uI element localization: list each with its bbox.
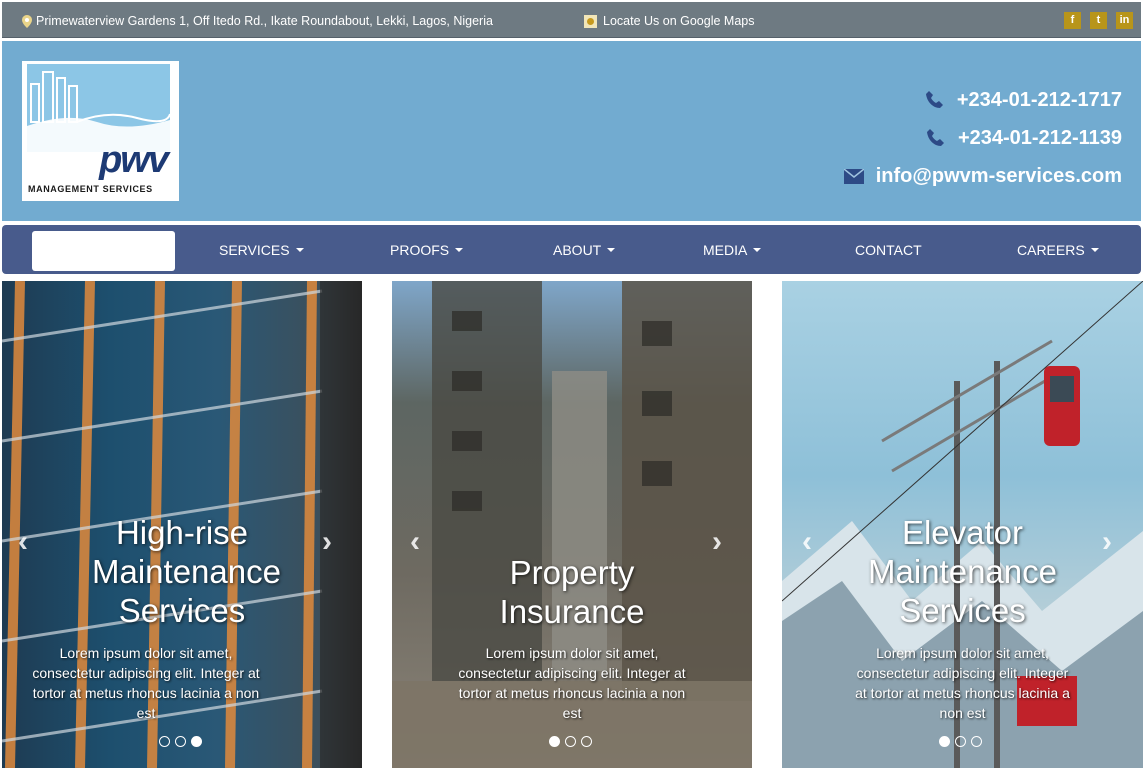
phone-2[interactable]: +234-01-212-1139 [844, 119, 1122, 157]
carousel-indicators [939, 736, 982, 747]
facebook-icon[interactable]: f [1064, 12, 1081, 29]
phone-1-text[interactable]: +234-01-212-1717 [957, 89, 1122, 112]
carousel-dot-active[interactable] [549, 736, 560, 747]
contact-info: +234-01-212-1717 +234-01-212-1139 info@p… [843, 81, 1122, 195]
company-logo[interactable]: pwv MANAGEMENT SERVICES [22, 61, 179, 201]
carousel-dot[interactable] [565, 736, 576, 747]
linkedin-icon[interactable]: in [1116, 12, 1133, 29]
address-text: Primewaterview Gardens 1, Off Itedo Rd.,… [36, 14, 493, 28]
nav-careers[interactable]: CAREERS [1017, 242, 1099, 258]
carousel-indicators [159, 736, 202, 747]
nav-about[interactable]: ABOUT [553, 242, 616, 258]
chevron-down-icon [607, 248, 616, 252]
location-pin-icon [22, 14, 32, 28]
carousel-dot[interactable] [971, 736, 982, 747]
carousel-dot[interactable] [581, 736, 592, 747]
social-links: f t in [1064, 12, 1133, 29]
main-nav: SERVICES PROOFS ABOUT MEDIA CONTACT CARE… [2, 225, 1141, 274]
phone-1[interactable]: +234-01-212-1717 [844, 81, 1122, 119]
header: pwv MANAGEMENT SERVICES +234-01-212-1717… [2, 41, 1141, 221]
logo-subtext: MANAGEMENT SERVICES [28, 184, 153, 194]
slide-property-insurance[interactable]: ‹ › Property Insurance Lorem ipsum dolor… [392, 281, 752, 768]
map-icon [584, 14, 597, 28]
slide-title: Property Insurance [499, 554, 645, 630]
envelope-icon [843, 168, 864, 184]
nav-contact[interactable]: CONTACT [855, 242, 922, 258]
carousel-indicators [549, 736, 592, 747]
slide-elevator[interactable]: ‹ › Elevator Maintenance Services Lorem … [782, 281, 1143, 768]
slide-high-rise[interactable]: ‹ › High-rise Maintenance Services Lorem… [2, 281, 362, 768]
carousel-dot[interactable] [175, 736, 186, 747]
nav-media[interactable]: MEDIA [703, 242, 762, 258]
phone-icon [925, 91, 943, 108]
carousel-dot-active[interactable] [191, 736, 202, 747]
nav-services[interactable]: SERVICES [219, 242, 304, 258]
twitter-icon[interactable]: t [1090, 12, 1107, 29]
google-maps-link-text[interactable]: Locate Us on Google Maps [603, 14, 754, 28]
slide-description: Lorem ipsum dolor sit amet, consectetur … [855, 645, 1070, 721]
email-text[interactable]: info@pwvm-services.com [876, 165, 1122, 188]
nav-home-button[interactable] [32, 231, 175, 271]
nav-proofs[interactable]: PROOFS [390, 242, 464, 258]
chevron-down-icon [1090, 248, 1099, 252]
slide-title: Elevator Maintenance Services [868, 514, 1057, 629]
logo-wordmark: pwv [99, 139, 169, 181]
top-bar: Primewaterview Gardens 1, Off Itedo Rd.,… [2, 2, 1141, 38]
phone-2-text[interactable]: +234-01-212-1139 [958, 127, 1122, 150]
carousel-dot[interactable] [159, 736, 170, 747]
phone-icon [926, 129, 944, 146]
chevron-down-icon [295, 248, 304, 252]
carousel-dot[interactable] [955, 736, 966, 747]
email[interactable]: info@pwvm-services.com [843, 157, 1122, 195]
slide-title: High-rise Maintenance Services [92, 514, 281, 629]
chevron-down-icon [753, 248, 762, 252]
slide-description: Lorem ipsum dolor sit amet, consectetur … [32, 645, 260, 721]
address: Primewaterview Gardens 1, Off Itedo Rd.,… [22, 14, 493, 28]
chevron-down-icon [455, 248, 464, 252]
slide-description: Lorem ipsum dolor sit amet, consectetur … [458, 645, 686, 721]
carousel-dot-active[interactable] [939, 736, 950, 747]
google-maps-link[interactable]: Locate Us on Google Maps [584, 14, 754, 28]
